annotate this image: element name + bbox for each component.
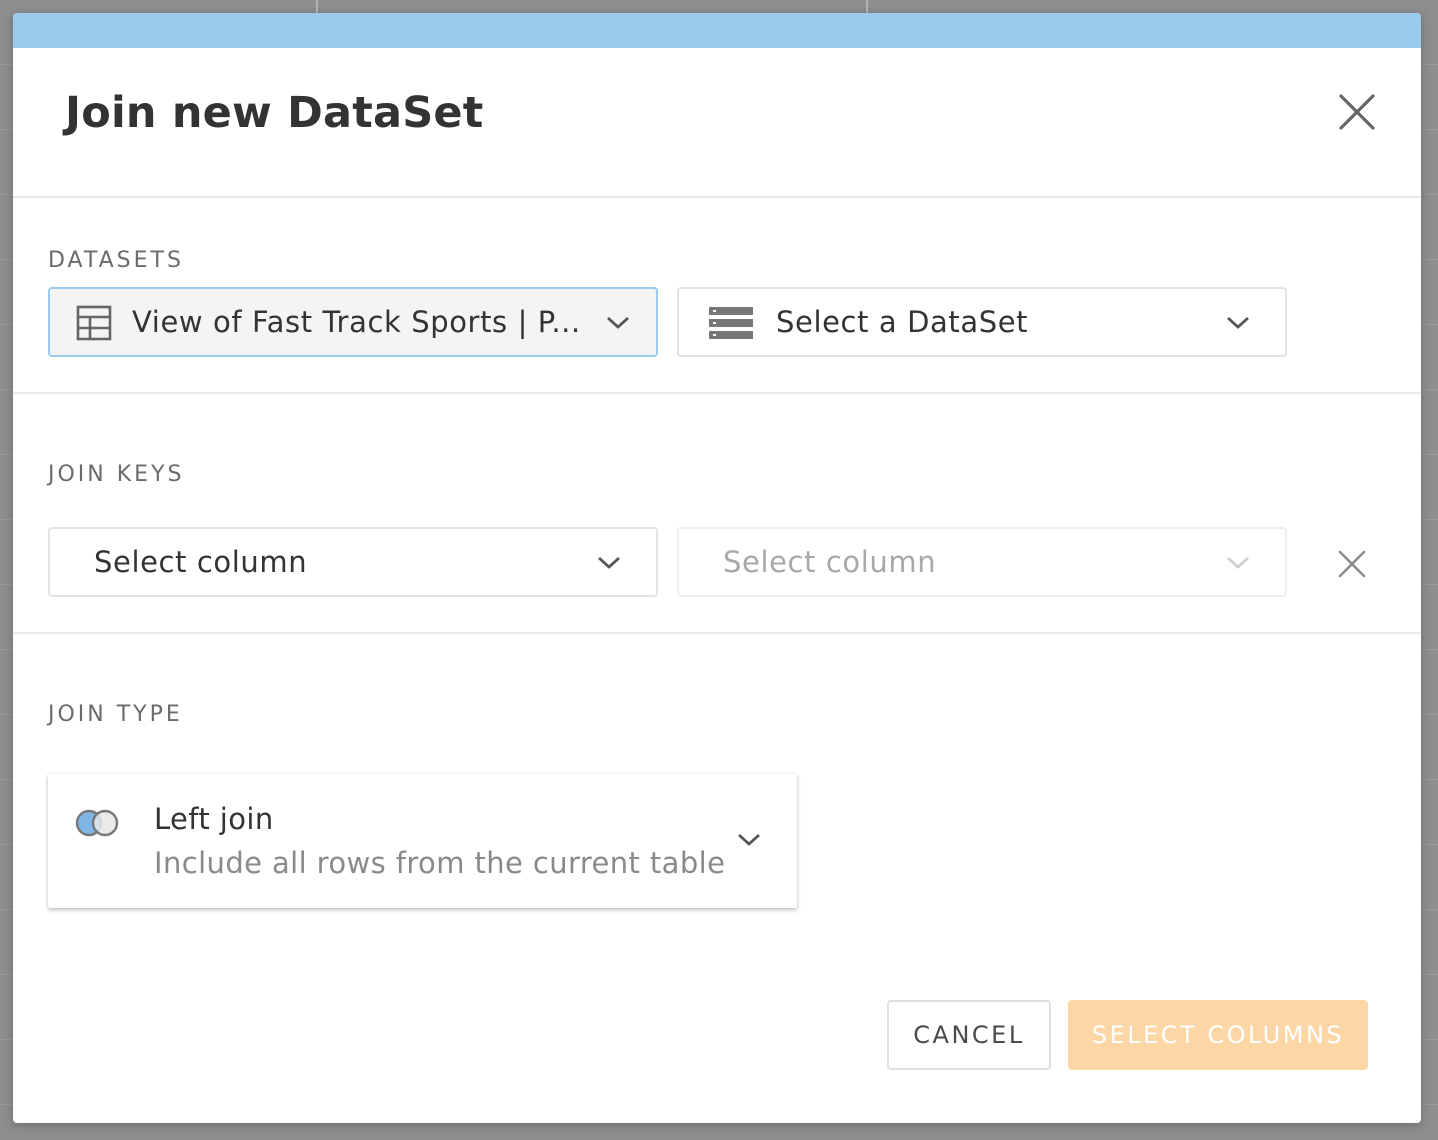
left-key-column-value: Select column bbox=[94, 545, 308, 579]
remove-join-key-button[interactable] bbox=[1335, 547, 1369, 581]
target-dataset-select[interactable]: Select a DataSet bbox=[677, 287, 1287, 357]
cancel-button[interactable]: CANCEL bbox=[887, 1000, 1051, 1070]
chevron-down-icon bbox=[607, 316, 629, 329]
right-key-column-value: Select column bbox=[723, 545, 937, 579]
close-button[interactable] bbox=[1335, 90, 1379, 134]
target-dataset-value: Select a DataSet bbox=[776, 305, 1029, 339]
datasets-section: DATASETS View of Fast Track Sports | P..… bbox=[13, 198, 1421, 394]
join-type-select[interactable]: Left join Include all rows from the curr… bbox=[48, 774, 797, 908]
join-type-label: JOIN TYPE bbox=[48, 702, 183, 727]
chevron-down-icon bbox=[598, 556, 620, 569]
chevron-down-icon bbox=[738, 833, 760, 846]
dialog-top-bar bbox=[13, 13, 1421, 48]
venn-left-join-icon bbox=[75, 809, 119, 837]
close-icon bbox=[1339, 94, 1375, 130]
close-icon bbox=[1338, 550, 1366, 578]
dataset-icon bbox=[709, 307, 753, 339]
datasets-label: DATASETS bbox=[48, 248, 184, 273]
join-keys-section: JOIN KEYS Select column Select column bbox=[13, 394, 1421, 634]
chevron-down-icon bbox=[1227, 556, 1249, 569]
join-type-description: Include all rows from the current table bbox=[154, 846, 726, 880]
table-icon bbox=[76, 305, 112, 341]
dialog-title: Join new DataSet bbox=[65, 88, 484, 138]
source-dataset-value: View of Fast Track Sports | P... bbox=[132, 305, 581, 339]
dialog-header: Join new DataSet bbox=[13, 48, 1421, 198]
grid-divider bbox=[316, 0, 318, 14]
chevron-down-icon bbox=[1227, 316, 1249, 329]
join-type-title: Left join bbox=[154, 802, 274, 836]
grid-divider bbox=[866, 0, 868, 14]
right-key-column-select[interactable]: Select column bbox=[677, 527, 1287, 597]
join-keys-label: JOIN KEYS bbox=[48, 462, 185, 487]
select-columns-button[interactable]: SELECT COLUMNS bbox=[1068, 1000, 1368, 1070]
join-dataset-dialog: Join new DataSet DATASETS View of Fast T… bbox=[13, 13, 1421, 1123]
source-dataset-select[interactable]: View of Fast Track Sports | P... bbox=[48, 287, 658, 357]
left-key-column-select[interactable]: Select column bbox=[48, 527, 658, 597]
